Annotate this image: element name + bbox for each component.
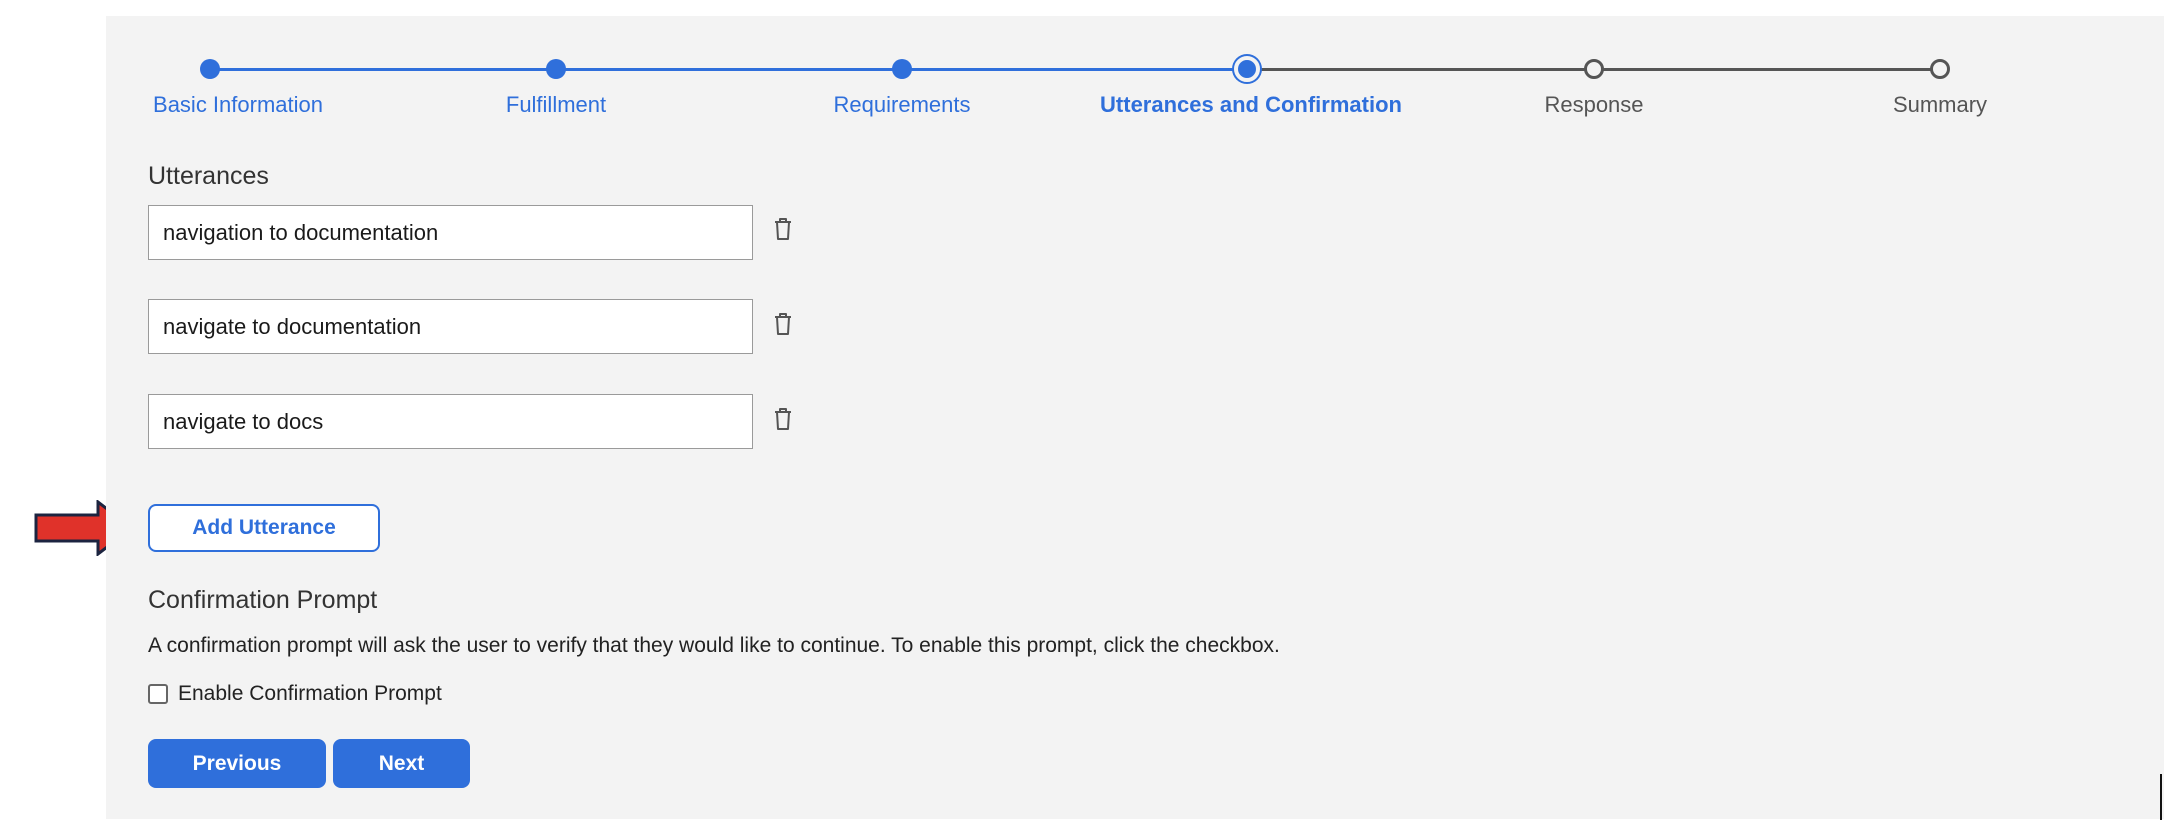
step-dot-basic-information[interactable] [200, 59, 220, 79]
stepper-line [1247, 68, 1594, 71]
confirmation-description: A confirmation prompt will ask the user … [148, 634, 1280, 657]
step-label-requirements[interactable]: Requirements [834, 92, 971, 118]
utterance-input-1[interactable] [148, 205, 753, 260]
enable-confirmation-row[interactable]: Enable Confirmation Prompt [148, 680, 442, 708]
next-button[interactable]: Next [333, 739, 470, 788]
step-dot-utterances-and-confirmation[interactable] [1234, 56, 1260, 82]
stepper-line [1594, 68, 1940, 71]
trash-icon[interactable] [772, 311, 794, 337]
trash-icon[interactable] [772, 216, 794, 242]
trash-icon[interactable] [772, 406, 794, 432]
utterance-input-2[interactable] [148, 299, 753, 354]
step-dot-summary [1930, 59, 1950, 79]
step-label-basic-information[interactable]: Basic Information [153, 92, 323, 118]
step-label-response: Response [1544, 92, 1644, 117]
step-dot-response [1584, 59, 1604, 79]
step-dot-requirements[interactable] [892, 59, 912, 79]
stepper-line [556, 68, 902, 71]
previous-button[interactable]: Previous [148, 739, 326, 788]
confirmation-prompt-heading: Confirmation Prompt [148, 586, 378, 614]
text-cursor [2160, 774, 2162, 820]
stepper-line [902, 68, 1247, 71]
stepper-line [210, 68, 556, 71]
step-dot-fulfillment[interactable] [546, 59, 566, 79]
add-utterance-button[interactable]: Add Utterance [148, 504, 380, 552]
step-label-fulfillment[interactable]: Fulfillment [506, 92, 606, 118]
enable-confirmation-label[interactable]: Enable Confirmation Prompt [178, 682, 442, 706]
utterances-step-panel: Basic Information Fulfillment Requiremen… [106, 16, 2164, 819]
step-label-utterances-and-confirmation: Utterances and Confirmation [1100, 92, 1402, 117]
utterances-heading: Utterances [148, 162, 269, 190]
step-label-summary: Summary [1892, 92, 1988, 117]
progress-stepper: Basic Information Fulfillment Requiremen… [106, 16, 2164, 156]
utterance-input-3[interactable] [148, 394, 753, 449]
enable-confirmation-checkbox[interactable] [148, 684, 168, 704]
